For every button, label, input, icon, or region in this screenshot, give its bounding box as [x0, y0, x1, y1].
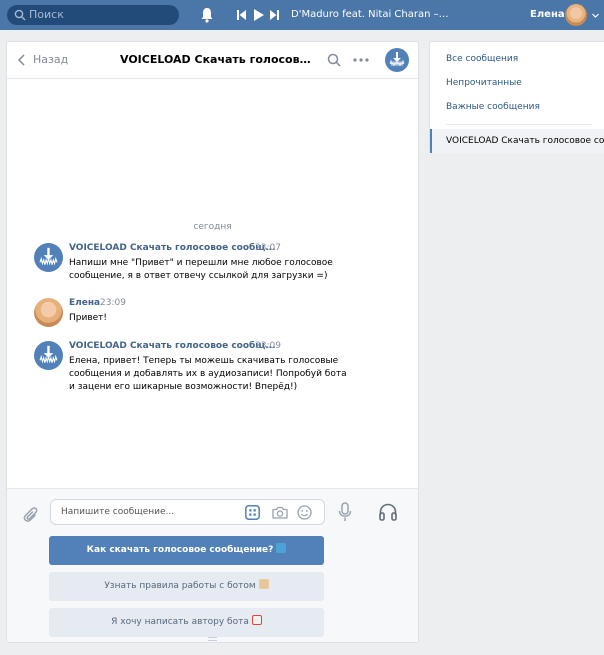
- scroll-icon: [258, 579, 269, 589]
- date-separator: сегодня: [193, 222, 232, 232]
- search-icon: [14, 9, 26, 21]
- next-icon[interactable]: [270, 10, 279, 20]
- now-playing-track[interactable]: D'Maduro feat. Nitai Charan – Seth I...: [291, 8, 451, 22]
- avatar[interactable]: [565, 4, 587, 26]
- message-time[interactable]: 23:09: [255, 340, 281, 353]
- bot-avatar[interactable]: [385, 48, 409, 72]
- message-time[interactable]: 23:09: [100, 297, 126, 310]
- message-filters: Все сообщения Непрочитанные Важные сообщ…: [429, 41, 604, 153]
- avatar[interactable]: [34, 298, 63, 327]
- more-icon[interactable]: [353, 53, 369, 67]
- bot-button-label: Как скачать голосовое сообщение?: [86, 545, 274, 555]
- chevron-down-icon[interactable]: [592, 12, 599, 19]
- message-author[interactable]: VOICELOAD Скачать голосовое сообщ...: [69, 340, 276, 353]
- message-text: Напиши мне "Привет" и перешли мне любое …: [69, 258, 333, 281]
- headphones-icon[interactable]: [378, 503, 398, 521]
- back-button[interactable]: Назад: [17, 51, 68, 69]
- mic-icon[interactable]: [338, 502, 352, 522]
- sidebar-item-important[interactable]: Важные сообщения: [430, 95, 604, 119]
- back-label: Назад: [33, 53, 69, 66]
- bell-icon[interactable]: [200, 7, 214, 23]
- bot-button-label: Узнать правила работы с ботом: [104, 581, 256, 591]
- bot-avatar[interactable]: [34, 341, 63, 370]
- search-placeholder: Поиск: [29, 8, 64, 21]
- attach-icon[interactable]: [20, 504, 38, 524]
- message-time[interactable]: 23:07: [255, 242, 281, 255]
- user-name[interactable]: Елена: [530, 8, 565, 22]
- composer: Напишите сообщение... Как скачать голосо…: [7, 488, 418, 642]
- camera-icon[interactable]: [272, 505, 288, 520]
- keyboard-icon[interactable]: [245, 505, 260, 520]
- search-box[interactable]: Поиск: [7, 5, 179, 25]
- message-text: Елена, привет! Теперь ты можешь скачиват…: [69, 356, 347, 392]
- bot-button-rules[interactable]: Узнать правила работы с ботом: [49, 572, 324, 601]
- play-icon[interactable]: [254, 9, 264, 21]
- back-icon: [17, 54, 25, 66]
- emoji-icon[interactable]: [297, 505, 312, 520]
- resize-handle[interactable]: [208, 637, 217, 641]
- search-icon[interactable]: [327, 53, 341, 67]
- bot-button-how-to-download[interactable]: Как скачать голосовое сообщение?: [49, 536, 324, 565]
- bot-avatar[interactable]: [34, 243, 63, 272]
- message-input[interactable]: Напишите сообщение...: [50, 499, 325, 525]
- message-author[interactable]: Елена: [69, 297, 100, 310]
- message-author[interactable]: VOICELOAD Скачать голосовое сообщ...: [69, 242, 276, 255]
- sidebar-item-unread[interactable]: Непрочитанные: [430, 71, 604, 95]
- chat-header: Назад VOICELOAD Скачать голосовое сообще…: [7, 42, 418, 79]
- bot-button-write-author[interactable]: Я хочу написать автору бота: [49, 608, 324, 637]
- message-text: Привет!: [69, 313, 108, 323]
- message-placeholder: Напишите сообщение...: [61, 507, 175, 517]
- info-icon: [276, 543, 287, 553]
- chat-title[interactable]: VOICELOAD Скачать голосовое сообщение: [120, 52, 315, 68]
- top-bar: Поиск D'Maduro feat. Nitai Charan – Seth…: [0, 0, 604, 30]
- sidebar-item-all[interactable]: Все сообщения: [430, 47, 604, 71]
- mailbox-icon: [251, 615, 262, 625]
- sidebar-item-current-chat[interactable]: VOICELOAD Скачать голосовое сообщение: [430, 129, 604, 153]
- divider: [446, 124, 592, 125]
- chat-panel: Назад VOICELOAD Скачать голосовое сообще…: [6, 41, 419, 643]
- prev-icon[interactable]: [237, 10, 246, 20]
- player-controls: [237, 9, 279, 21]
- bot-button-label: Я хочу написать автору бота: [111, 617, 249, 627]
